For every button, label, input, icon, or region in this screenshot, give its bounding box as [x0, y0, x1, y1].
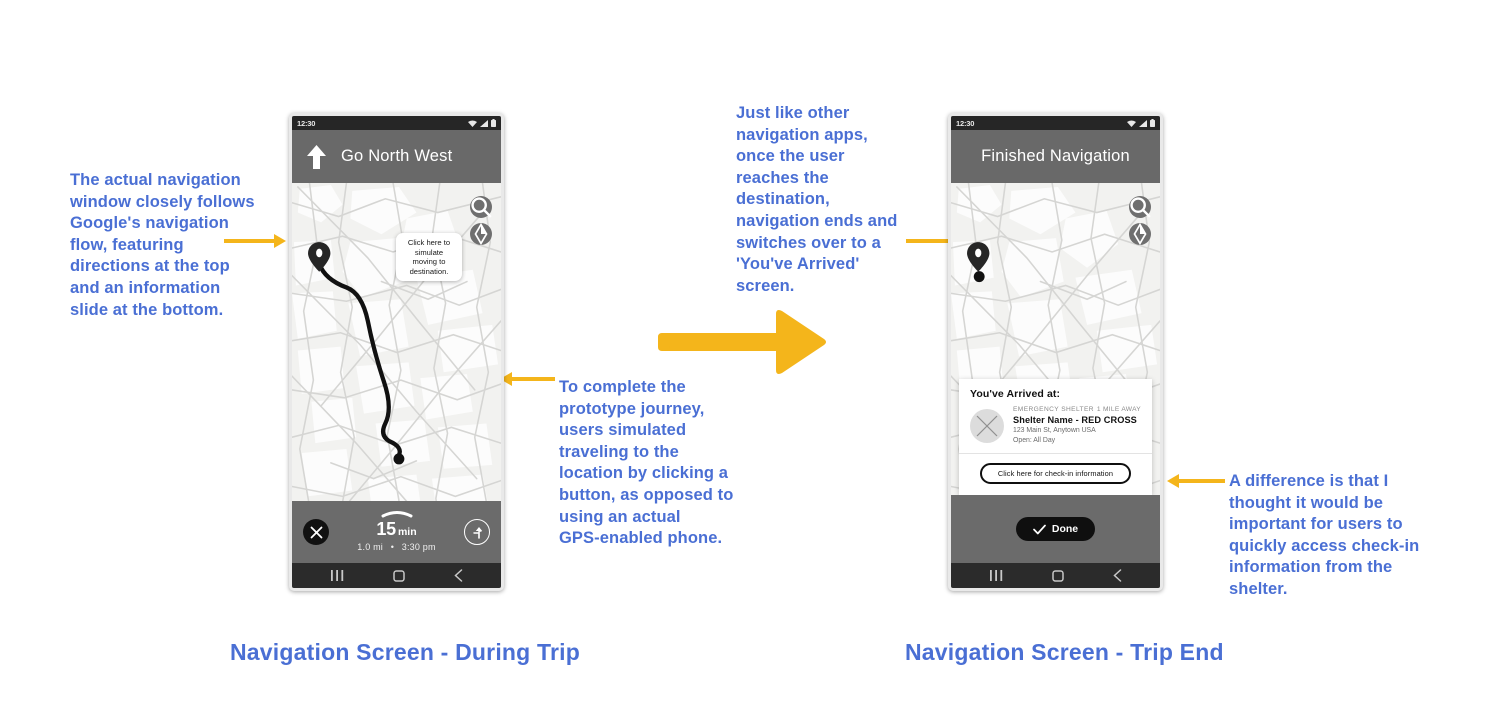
arrival-card: You've Arrived at: EMERGENCY SHELTER 1 M… — [959, 379, 1152, 495]
check-icon — [1033, 524, 1046, 534]
home-icon[interactable] — [1051, 569, 1064, 582]
phone-mockup-during-trip: 12:30 Go North West Click here to simula… — [289, 113, 504, 591]
compass-icon — [474, 223, 488, 245]
done-button[interactable]: Done — [1015, 517, 1096, 541]
signal-icon — [1139, 119, 1147, 127]
eta-value: 15 — [376, 519, 396, 539]
pointer-arrow-checkin-note — [1167, 474, 1225, 488]
shelter-category: EMERGENCY SHELTER — [1013, 406, 1094, 413]
direction-text: Go North West — [341, 147, 453, 165]
status-icons — [468, 119, 496, 127]
pointer-arrow-left-note — [224, 234, 286, 248]
annotation-simulate-note: To complete the prototype journey, users… — [559, 378, 734, 548]
back-icon[interactable] — [453, 569, 463, 582]
shelter-distance: 1 MILE AWAY — [1096, 406, 1141, 413]
shelter-hours: Open: All Day — [1013, 437, 1056, 444]
map-compass-button[interactable] — [1129, 223, 1151, 245]
battery-icon — [1150, 119, 1155, 127]
android-nav-bar — [292, 563, 501, 588]
map-compass-button[interactable] — [470, 223, 492, 245]
phone-screen-trip-end: 12:30 Finished Navigation You've Arrived… — [951, 116, 1160, 588]
map-search-button[interactable] — [1129, 196, 1151, 218]
app-bar-finished: Finished Navigation — [951, 130, 1160, 183]
directions-icon — [472, 526, 482, 539]
status-icons — [1127, 119, 1155, 127]
status-bar: 12:30 — [951, 116, 1160, 130]
shelter-name: Shelter Name - RED CROSS — [1013, 415, 1137, 425]
recents-icon[interactable] — [989, 570, 1003, 581]
signal-icon — [480, 119, 488, 127]
battery-icon — [491, 119, 496, 127]
done-label: Done — [1051, 523, 1079, 535]
caption-left: Navigation Screen - During Trip — [230, 639, 580, 665]
arrival-heading: You've Arrived at: — [970, 388, 1061, 400]
close-navigation-button[interactable] — [303, 519, 329, 545]
eta-unit: min — [397, 526, 417, 538]
status-bar: 12:30 — [292, 116, 501, 130]
placeholder-image-icon — [976, 415, 998, 437]
simulate-tooltip[interactable]: Click here to simulate moving to destina… — [396, 233, 462, 282]
shelter-details: EMERGENCY SHELTER 1 MILE AWAY Shelter Na… — [1013, 406, 1141, 444]
drag-handle-icon[interactable] — [381, 510, 413, 518]
recents-icon[interactable] — [330, 570, 344, 581]
trip-arrival-time: 3:30 pm — [401, 542, 436, 552]
done-bar: Done — [951, 495, 1160, 563]
status-clock: 12:30 — [956, 118, 975, 128]
screen-title: Finished Navigation — [981, 147, 1130, 165]
current-position-dot — [393, 453, 405, 465]
trip-info-slide[interactable]: 15 min 1.0 mi • 3:30 pm — [292, 501, 501, 563]
directions-list-button[interactable] — [464, 519, 490, 545]
search-icon — [471, 197, 492, 218]
shelter-thumbnail — [970, 409, 1004, 443]
search-icon — [1130, 197, 1151, 218]
pointer-arrow-simulate-note — [500, 372, 555, 386]
shelter-summary: EMERGENCY SHELTER 1 MILE AWAY Shelter Na… — [959, 406, 1152, 453]
wifi-icon — [468, 120, 477, 127]
annotation-checkin-note: A difference is that I thought it would … — [1229, 472, 1420, 598]
checkin-information-button[interactable]: Click here for check-in information — [979, 463, 1132, 484]
phone-mockup-trip-end: 12:30 Finished Navigation You've Arrived… — [948, 113, 1163, 591]
meta-separator: • — [390, 542, 395, 552]
map-search-button[interactable] — [470, 196, 492, 218]
home-icon[interactable] — [392, 569, 405, 582]
trip-distance: 1.0 mi — [357, 542, 384, 552]
shelter-meta-row: EMERGENCY SHELTER 1 MILE AWAY — [1013, 406, 1141, 413]
back-icon[interactable] — [1112, 569, 1122, 582]
caption-right: Navigation Screen - Trip End — [905, 639, 1224, 665]
current-position-dot — [973, 271, 985, 283]
shelter-address: 123 Main St, Anytown USA — [1013, 427, 1096, 434]
compass-icon — [1133, 223, 1147, 245]
trip-meta: 1.0 mi • 3:30 pm — [292, 542, 501, 552]
arrow-up-icon — [307, 144, 326, 169]
close-icon — [310, 526, 322, 538]
wifi-icon — [1127, 120, 1136, 127]
android-nav-bar — [951, 563, 1160, 588]
app-bar-direction: Go North West — [292, 130, 501, 183]
transition-arrow-icon — [658, 308, 828, 381]
annotation-center-note: Just like other navigation apps, once th… — [736, 104, 898, 295]
checkin-cta-wrap: Click here for check-in information — [959, 454, 1152, 495]
slide-canvas: The actual navigation window closely fol… — [0, 0, 1500, 714]
status-clock: 12:30 — [297, 118, 316, 128]
phone-screen-during-trip: 12:30 Go North West Click here to simula… — [292, 116, 501, 588]
